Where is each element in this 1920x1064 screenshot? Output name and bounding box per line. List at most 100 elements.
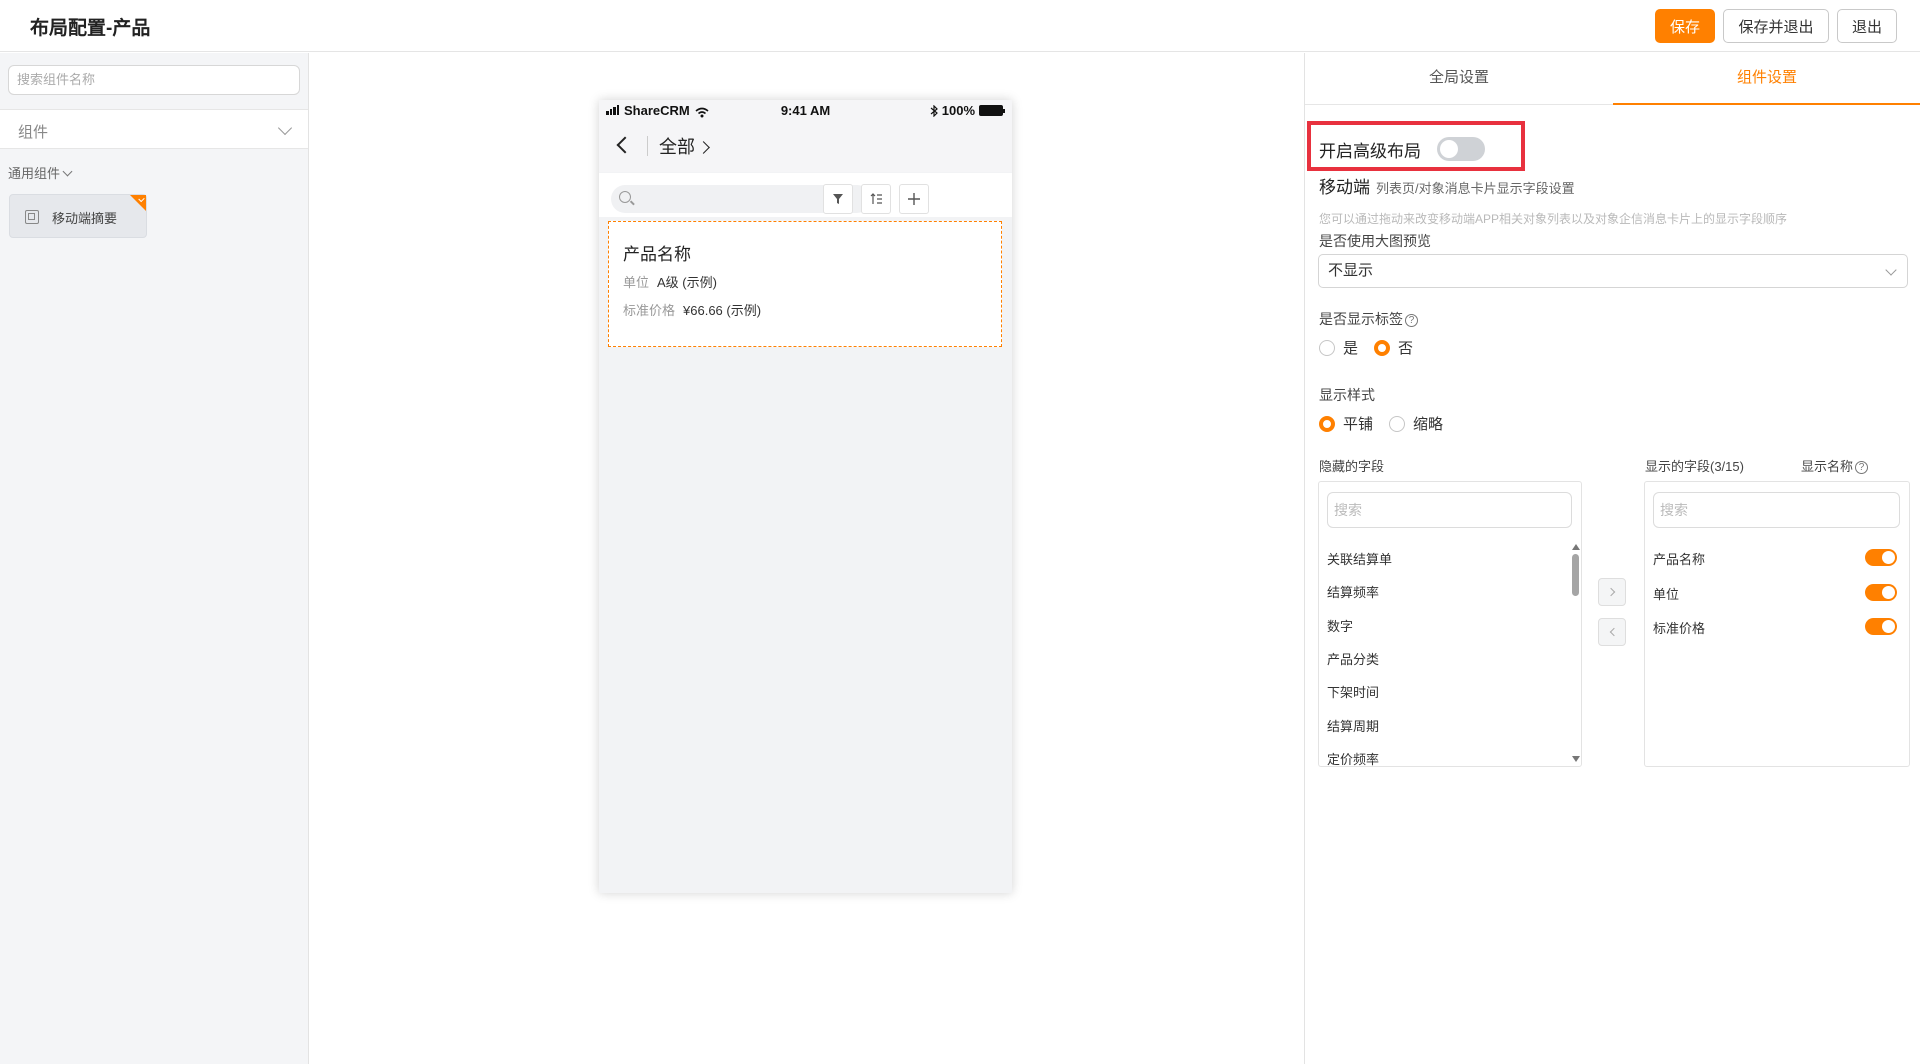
phone-toolbar (599, 173, 1012, 217)
advanced-layout-label: 开启高级布局 (1319, 142, 1421, 161)
battery-percent: 100% (941, 103, 975, 118)
hidden-fields-search-input[interactable]: 搜索 (1327, 492, 1572, 528)
card-row-key: 单位 (623, 275, 650, 290)
show-tags-radio-group: 是 否 (1319, 337, 1429, 358)
chevron-left-icon (1609, 627, 1619, 637)
scroll-down-arrow-icon[interactable] (1572, 756, 1580, 762)
card-row-key: 标准价格 (623, 303, 676, 318)
exit-button[interactable]: 退出 (1837, 9, 1897, 43)
save-button[interactable]: 保存 (1655, 9, 1715, 43)
advanced-layout-toggle[interactable] (1437, 137, 1485, 161)
show-tags-label: 是否显示标签? (1319, 309, 1418, 329)
help-icon[interactable]: ? (1405, 314, 1418, 327)
card-product-name: 产品名称 (623, 245, 691, 264)
back-arrow-icon[interactable] (616, 136, 634, 154)
list-item[interactable]: 单位 (1653, 584, 1679, 603)
chevron-down-icon (1885, 264, 1897, 276)
drag-hint: 您可以通过拖动来改变移动端APP相关对象列表以及对象企信消息卡片上的显示字段顺序 (1319, 212, 1788, 226)
shown-fields-list: 搜索 产品名称 单位 标准价格 (1644, 481, 1910, 767)
list-item[interactable]: 关联结算单 (1327, 549, 1392, 568)
radio-icon (1319, 339, 1335, 356)
show-tags-label-text: 是否显示标签 (1319, 311, 1403, 327)
common-components-label: 通用组件 (8, 166, 61, 181)
list-item[interactable]: 下架时间 (1327, 682, 1379, 701)
list-item[interactable]: 数字 (1327, 616, 1353, 635)
radio-label: 平铺 (1343, 416, 1374, 433)
component-card-mobile-summary[interactable]: 移动端摘要 (9, 194, 147, 238)
display-name-toggle[interactable] (1865, 584, 1897, 601)
settings-tabs: 全局设置 组件设置 (1305, 53, 1920, 105)
hidden-fields-label: 隐藏的字段 (1319, 459, 1385, 474)
add-button[interactable] (899, 184, 929, 214)
display-name-label: 显示名称? (1801, 456, 1869, 475)
list-item[interactable]: 产品分类 (1327, 649, 1379, 668)
large-preview-select[interactable]: 不显示 (1318, 254, 1908, 288)
list-item[interactable]: 标准价格 (1653, 618, 1705, 637)
bluetooth-icon (930, 104, 938, 117)
radio-selected-icon (1319, 415, 1335, 432)
display-name-toggle[interactable] (1865, 618, 1897, 635)
search-icon (619, 191, 631, 203)
hidden-fields-list: 搜索 关联结算单 结算频率 数字 产品分类 下架时间 结算周期 定价频率 (1318, 481, 1582, 767)
component-sidebar: 搜索组件名称 组件 通用组件 移动端摘要 (0, 53, 309, 1064)
sort-icon (870, 193, 882, 204)
move-right-button[interactable] (1598, 578, 1626, 606)
chevron-down-icon (277, 120, 293, 136)
component-icon (25, 210, 39, 224)
scrollbar-thumb[interactable] (1572, 554, 1579, 596)
chevron-right-icon (1606, 587, 1616, 597)
display-name-label-text: 显示名称 (1801, 459, 1854, 474)
nav-title-text: 全部 (659, 137, 695, 157)
component-group-header[interactable]: 组件 (0, 109, 308, 149)
nav-title[interactable]: 全部 (659, 133, 710, 159)
list-item[interactable]: 结算频率 (1327, 582, 1379, 601)
battery-icon (979, 105, 1005, 116)
filter-button[interactable] (823, 184, 853, 214)
save-and-exit-button[interactable]: 保存并退出 (1723, 9, 1829, 43)
card-row-value: ¥66.66 (示例) (683, 303, 762, 318)
product-preview-card[interactable]: 产品名称 单位 A级 (示例) 标准价格 ¥66.66 (示例) (608, 221, 1002, 347)
tab-component-settings[interactable]: 组件设置 (1613, 53, 1920, 105)
shown-fields-search-input[interactable]: 搜索 (1653, 492, 1900, 528)
component-group-label: 组件 (18, 124, 49, 141)
top-bar: 布局配置-产品 保存 保存并退出 退出 (0, 0, 1920, 52)
display-style-option-thumbnail[interactable]: 缩略 (1389, 413, 1443, 434)
sort-button[interactable] (861, 184, 891, 214)
phone-nav-bar: 全部 (599, 120, 1012, 172)
battery-info: 100% (930, 103, 1005, 118)
display-style-option-tile[interactable]: 平铺 (1319, 413, 1373, 434)
list-item[interactable]: 结算周期 (1327, 716, 1379, 735)
shown-fields-label: 显示的字段(3/15) (1645, 459, 1744, 474)
move-left-button[interactable] (1598, 618, 1626, 646)
section-subtitle: 列表页/对象消息卡片显示字段设置 (1376, 181, 1575, 196)
radio-label: 否 (1398, 340, 1414, 357)
nav-divider (647, 136, 648, 156)
display-style-radio-group: 平铺 缩略 (1319, 413, 1459, 434)
page-title: 布局配置-产品 (30, 18, 151, 39)
radio-label: 是 (1343, 340, 1359, 357)
large-preview-label: 是否使用大图预览 (1319, 233, 1431, 249)
preview-canvas: ShareCRM 9:41 AM 100% 全部 产品名称 单位 A级 (示例)… (310, 53, 1304, 1064)
plus-icon (908, 193, 920, 205)
large-preview-value: 不显示 (1328, 262, 1374, 279)
radio-icon (1389, 415, 1406, 432)
component-search-input[interactable]: 搜索组件名称 (8, 65, 300, 95)
phone-status-bar: ShareCRM 9:41 AM 100% (599, 100, 1012, 120)
card-row-value: A级 (示例) (657, 275, 717, 290)
chevron-down-icon (62, 166, 73, 177)
list-item[interactable]: 产品名称 (1653, 549, 1705, 568)
section-title: 移动端 列表页/对象消息卡片显示字段设置 (1319, 173, 1575, 198)
scroll-up-arrow-icon[interactable] (1572, 544, 1580, 550)
card-row-unit: 单位 A级 (示例) (623, 272, 717, 291)
list-item[interactable]: 定价频率 (1327, 749, 1379, 768)
common-components-toggle[interactable]: 通用组件 (8, 163, 73, 182)
show-tags-option-yes[interactable]: 是 (1319, 337, 1358, 358)
radio-label: 缩略 (1413, 416, 1444, 433)
display-name-toggle[interactable] (1865, 549, 1897, 566)
show-tags-option-no[interactable]: 否 (1374, 337, 1413, 358)
chevron-right-icon (697, 141, 710, 154)
help-icon[interactable]: ? (1855, 461, 1869, 474)
tab-global-settings[interactable]: 全局设置 (1305, 53, 1613, 105)
settings-panel: 全局设置 组件设置 开启高级布局 移动端 列表页/对象消息卡片显示字段设置 您可以… (1304, 53, 1920, 1064)
phone-preview: ShareCRM 9:41 AM 100% 全部 产品名称 单位 A级 (示例)… (599, 100, 1012, 893)
